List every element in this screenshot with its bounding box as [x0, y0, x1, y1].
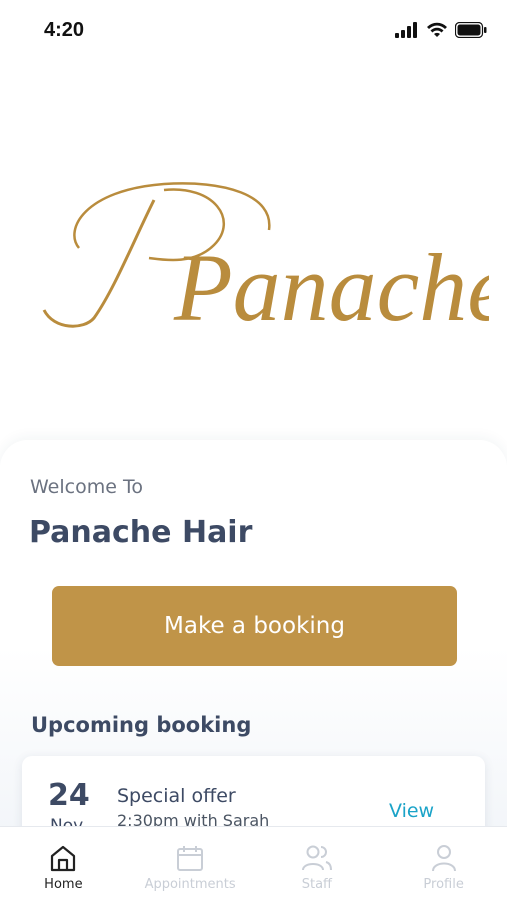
tab-label: Profile — [423, 877, 464, 892]
calendar-icon — [177, 846, 204, 871]
logo-text: Panache — [173, 234, 489, 340]
tab-home[interactable]: Home — [0, 827, 127, 901]
booking-day: 24 — [48, 778, 90, 813]
tab-staff[interactable]: Staff — [254, 827, 381, 901]
wifi-icon — [427, 22, 447, 37]
tab-bar: Home Appointments Staff Profile — [0, 826, 507, 901]
panache-logo: Panache — [24, 170, 489, 340]
staff-icon — [301, 845, 332, 871]
make-booking-button[interactable]: Make a booking — [52, 586, 457, 666]
status-icons — [395, 22, 487, 38]
tab-appointments[interactable]: Appointments — [127, 827, 254, 901]
page-title: Panache Hair — [29, 515, 253, 550]
booking-title: Special offer — [117, 785, 236, 807]
status-time: 4:20 — [44, 19, 85, 41]
tab-label: Home — [44, 877, 83, 892]
signal-icon — [395, 22, 417, 38]
battery-icon — [455, 22, 487, 38]
status-bar: 4:20 — [0, 0, 507, 62]
welcome-subtitle: Welcome To — [30, 476, 143, 498]
upcoming-heading: Upcoming booking — [31, 713, 252, 737]
home-icon — [51, 845, 76, 872]
view-booking-link[interactable]: View — [389, 800, 434, 822]
tab-label: Appointments — [144, 877, 236, 892]
tab-label: Staff — [301, 877, 333, 892]
profile-icon — [431, 845, 456, 872]
tab-profile[interactable]: Profile — [380, 827, 507, 901]
